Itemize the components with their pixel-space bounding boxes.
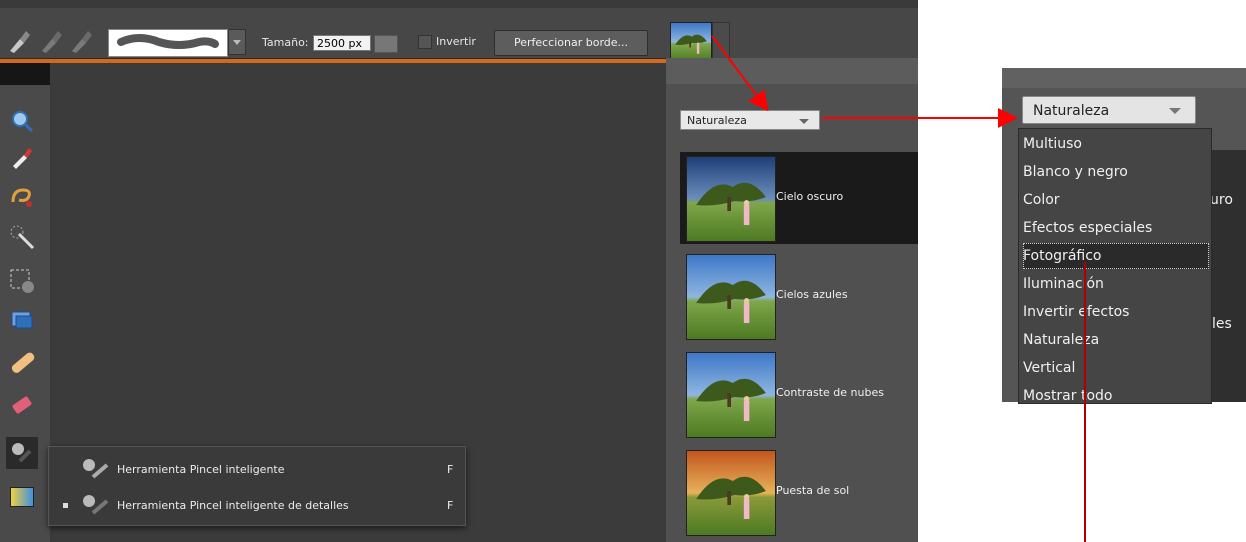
- annotation-arrow-to-panel-dropdown: [711, 35, 769, 112]
- annotation-overlay: [711, 35, 1086, 542]
